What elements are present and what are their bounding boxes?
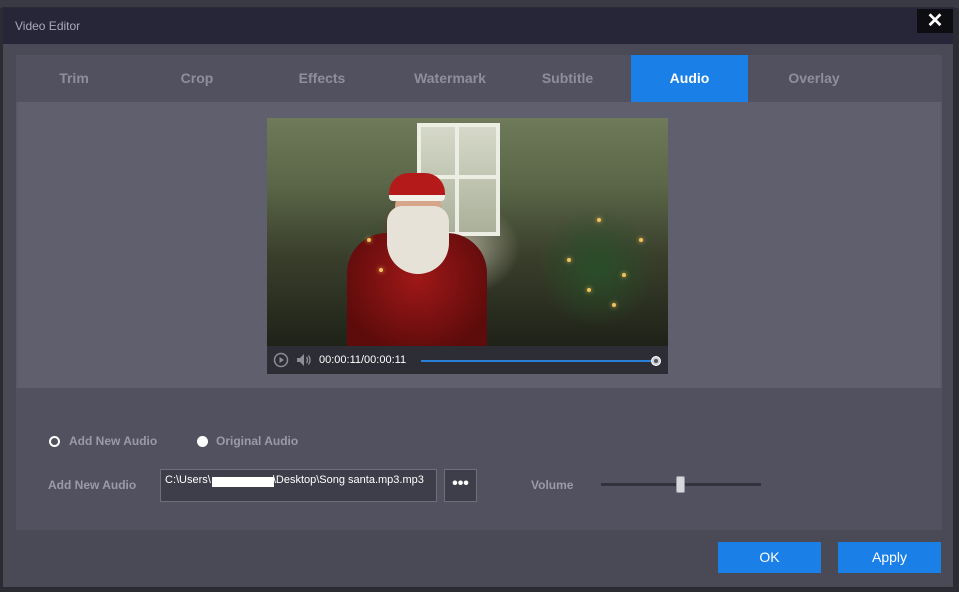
editor-panel: Trim Crop Effects Watermark Subtitle Aud… [16,55,942,530]
tab-effects[interactable]: Effects [262,55,382,102]
tree-light [622,273,626,277]
santa-beard [387,206,449,274]
video-editor-dialog: Video Editor ✕ Trim Crop Effects Waterma… [2,7,954,588]
tree-light [379,268,383,272]
radio-add-new-audio-label[interactable]: Add New Audio [69,434,157,448]
audio-path-input[interactable]: C:\Users\ \Desktop\Song santa.mp3.mp3 [160,469,437,502]
video-frame[interactable] [267,118,668,346]
progress-track[interactable] [421,360,657,362]
tab-overlay[interactable]: Overlay [754,55,874,102]
dialog-title: Video Editor [15,19,81,33]
tab-watermark[interactable]: Watermark [385,55,515,102]
add-new-audio-label: Add New Audio [48,478,137,492]
volume-slider-thumb[interactable] [676,476,685,493]
close-icon: ✕ [926,10,944,32]
video-player[interactable]: 00:00:11/00:00:11 [267,118,668,374]
preview-area: 00:00:11/00:00:11 [18,102,940,388]
tree-light [367,238,371,242]
playback-time: 00:00:11/00:00:11 [319,354,407,366]
ok-button[interactable]: OK [718,542,821,573]
player-controls: 00:00:11/00:00:11 [267,346,668,374]
volume-label: Volume [531,478,574,492]
radio-add-new-audio[interactable] [49,436,60,447]
title-bar: Video Editor ✕ [3,8,953,44]
tree-light [639,238,643,242]
browse-button[interactable]: ••• [444,469,477,502]
tab-crop[interactable]: Crop [137,55,257,102]
tab-bar: Trim Crop Effects Watermark Subtitle Aud… [16,55,942,102]
audio-path-prefix: C:\Users\ [165,474,211,486]
redacted-username [212,477,274,487]
santa-hat [389,173,445,201]
radio-original-audio-label[interactable]: Original Audio [216,434,298,448]
apply-button[interactable]: Apply [838,542,941,573]
tree-light [612,303,616,307]
audio-settings: Add New Audio Original Audio Add New Aud… [16,388,942,530]
tab-audio[interactable]: Audio [631,55,748,102]
audio-path-suffix: \Desktop\Song santa.mp3.mp3 [272,474,424,486]
close-button[interactable]: ✕ [917,9,953,33]
speaker-icon[interactable] [295,352,315,368]
progress-knob[interactable] [651,356,661,366]
radio-original-audio[interactable] [197,436,208,447]
tree-light [587,288,591,292]
tab-trim[interactable]: Trim [16,55,132,102]
tree-light [567,258,571,262]
tree-light [597,218,601,222]
tab-subtitle[interactable]: Subtitle [514,55,621,102]
more-icon: ••• [452,475,469,492]
replay-icon[interactable] [273,352,289,368]
